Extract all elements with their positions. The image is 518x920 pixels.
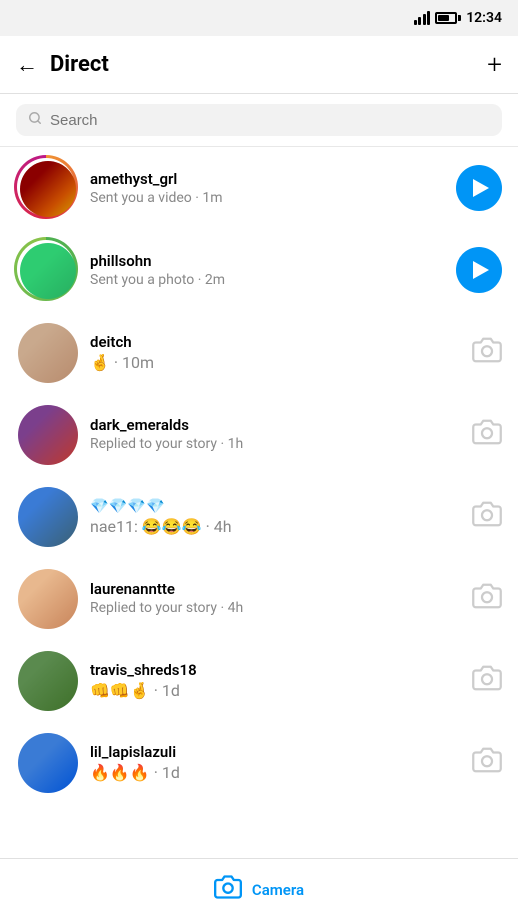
status-time: 12:34 — [466, 10, 502, 26]
camera-icon — [214, 873, 242, 907]
header: ← Direct + — [0, 36, 518, 94]
list-item[interactable]: lil_lapislazuli 🔥🔥🔥 · 1d — [0, 721, 518, 803]
camera-button[interactable] — [472, 499, 502, 533]
avatar — [16, 403, 78, 465]
avatar — [16, 649, 78, 711]
list-item[interactable]: deitch 🤞 · 10m — [0, 311, 518, 393]
camera-button[interactable] — [472, 745, 502, 779]
camera-button[interactable] — [472, 335, 502, 369]
message-preview: Sent you a video · 1m — [90, 190, 444, 206]
page-title: Direct — [50, 52, 109, 77]
list-item[interactable]: travis_shreds18 👊👊🤞 · 1d — [0, 639, 518, 721]
play-button[interactable] — [456, 247, 502, 293]
message-content: 💎💎💎💎 nae11: 😂😂😂 · 4h — [90, 497, 460, 536]
search-icon — [28, 111, 42, 129]
battery-icon — [435, 12, 461, 24]
message-preview: Sent you a photo · 2m — [90, 272, 444, 288]
username: 💎💎💎💎 — [90, 497, 460, 515]
message-preview: 👊👊🤞 · 1d — [90, 681, 460, 700]
username: laurenanntte — [90, 580, 460, 598]
new-message-button[interactable]: + — [487, 52, 502, 78]
search-bar — [0, 94, 518, 147]
play-button[interactable] — [456, 165, 502, 211]
avatar — [16, 485, 78, 547]
message-content: phillsohn Sent you a photo · 2m — [90, 252, 444, 288]
username: phillsohn — [90, 252, 444, 270]
camera-label: Camera — [252, 881, 304, 899]
username: lil_lapislazuli — [90, 743, 460, 761]
message-preview: nae11: 😂😂😂 · 4h — [90, 517, 460, 536]
avatar — [16, 567, 78, 629]
search-input-wrap[interactable] — [16, 104, 502, 136]
message-preview: 🔥🔥🔥 · 1d — [90, 763, 460, 782]
message-preview: Replied to your story · 1h — [90, 436, 460, 452]
camera-button[interactable] — [472, 581, 502, 615]
avatar — [16, 321, 78, 383]
status-icons: 12:34 — [414, 10, 502, 26]
camera-button[interactable] — [472, 417, 502, 451]
status-bar: 12:34 — [0, 0, 518, 36]
message-content: dark_emeralds Replied to your story · 1h — [90, 416, 460, 452]
header-left: ← Direct — [16, 52, 109, 78]
username: amethyst_grl — [90, 170, 444, 188]
signal-icon — [414, 11, 431, 25]
message-content: travis_shreds18 👊👊🤞 · 1d — [90, 661, 460, 700]
avatar — [16, 731, 78, 793]
bottom-camera-bar[interactable]: Camera — [0, 858, 518, 920]
list-item[interactable]: dark_emeralds Replied to your story · 1h — [0, 393, 518, 475]
message-list: amethyst_grl Sent you a video · 1m phill… — [0, 147, 518, 857]
username: travis_shreds18 — [90, 661, 460, 679]
message-preview: 🤞 · 10m — [90, 353, 460, 372]
message-preview: Replied to your story · 4h — [90, 600, 460, 616]
message-content: amethyst_grl Sent you a video · 1m — [90, 170, 444, 206]
avatar — [16, 239, 78, 301]
avatar — [16, 157, 78, 219]
list-item[interactable]: 💎💎💎💎 nae11: 😂😂😂 · 4h — [0, 475, 518, 557]
camera-button[interactable] — [472, 663, 502, 697]
message-content: deitch 🤞 · 10m — [90, 333, 460, 372]
list-item[interactable]: phillsohn Sent you a photo · 2m — [0, 229, 518, 311]
message-content: lil_lapislazuli 🔥🔥🔥 · 1d — [90, 743, 460, 782]
search-input[interactable] — [50, 112, 490, 129]
username: dark_emeralds — [90, 416, 460, 434]
list-item[interactable]: amethyst_grl Sent you a video · 1m — [0, 147, 518, 229]
message-content: laurenanntte Replied to your story · 4h — [90, 580, 460, 616]
list-item[interactable]: laurenanntte Replied to your story · 4h — [0, 557, 518, 639]
back-button[interactable]: ← — [16, 52, 38, 78]
username: deitch — [90, 333, 460, 351]
